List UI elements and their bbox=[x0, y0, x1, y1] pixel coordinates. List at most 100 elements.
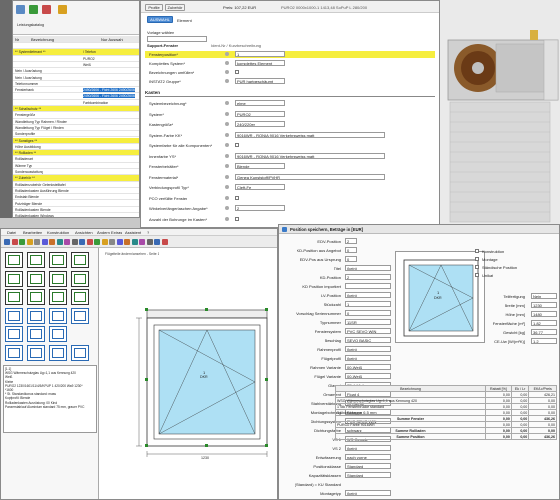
toolbar-tool-icon[interactable] bbox=[116, 239, 123, 245]
info-icon[interactable] bbox=[225, 195, 229, 200]
template-input[interactable] bbox=[147, 36, 207, 42]
info-icon[interactable] bbox=[225, 216, 229, 221]
position-field-input[interactable]: (kein) bbox=[345, 265, 391, 271]
dimension-value[interactable]: 1230 bbox=[531, 302, 557, 308]
position-field-input[interactable]: 00-Weiß bbox=[345, 373, 391, 379]
info-icon[interactable] bbox=[225, 206, 229, 210]
element-tile[interactable] bbox=[27, 252, 45, 268]
position-checkbox[interactable] bbox=[475, 265, 479, 269]
info-icon[interactable] bbox=[225, 101, 229, 105]
info-icon[interactable] bbox=[225, 70, 229, 74]
dimension-value[interactable]: 36,77 bbox=[531, 329, 557, 335]
info-icon[interactable] bbox=[225, 174, 229, 179]
config-field[interactable]: 9016WR - RONIA 9016 Verkehrsweiss matt bbox=[235, 152, 385, 159]
info-icon[interactable] bbox=[225, 111, 229, 116]
element-tile[interactable] bbox=[5, 252, 23, 268]
position-field-input[interactable]: (kein) bbox=[345, 292, 391, 298]
profile-button[interactable]: Profile bbox=[145, 4, 163, 11]
config-checkbox[interactable] bbox=[235, 70, 239, 74]
config-field[interactable]: 2 bbox=[235, 205, 285, 211]
element-tile[interactable] bbox=[27, 326, 45, 342]
info-icon[interactable] bbox=[225, 132, 229, 137]
position-field-input[interactable]: 0 bbox=[345, 256, 357, 262]
position-field-input[interactable]: 2 bbox=[345, 238, 357, 244]
position-field-input[interactable]: 1 bbox=[345, 301, 391, 307]
position-field-input[interactable]: (kein) bbox=[345, 490, 391, 496]
toolbar-tool-icon[interactable] bbox=[64, 239, 70, 245]
menu-aendern[interactable]: Ändern bbox=[97, 230, 110, 235]
toolbar-tool-icon[interactable] bbox=[109, 239, 115, 245]
info-icon[interactable] bbox=[225, 52, 229, 56]
drawing-canvas[interactable]: Flügelteile ändern/ansehen - Seite 1 1 D… bbox=[99, 248, 277, 499]
element-tile[interactable] bbox=[27, 270, 45, 287]
info-icon[interactable] bbox=[225, 79, 229, 83]
position-field-input[interactable]: 00-Weiß bbox=[345, 364, 391, 370]
position-checkbox[interactable] bbox=[475, 257, 479, 261]
toolbar-tool-icon[interactable] bbox=[41, 239, 48, 245]
toolbar-tool-icon[interactable] bbox=[146, 239, 153, 245]
menu-help[interactable]: ? bbox=[147, 230, 149, 235]
position-field-input[interactable]: nach vorne bbox=[345, 454, 391, 460]
accessories-button[interactable]: Zubehör bbox=[165, 4, 185, 11]
toolbar-tool-icon[interactable] bbox=[139, 239, 145, 245]
element-tile[interactable] bbox=[27, 289, 45, 305]
toolbar-tool-icon[interactable] bbox=[56, 239, 63, 245]
info-icon[interactable] bbox=[225, 143, 229, 147]
toolbar-tool-icon[interactable] bbox=[79, 239, 85, 245]
element-tile[interactable] bbox=[71, 289, 89, 305]
position-field-input[interactable]: 11SR bbox=[345, 319, 391, 325]
toolbar-tool-icon[interactable] bbox=[124, 239, 130, 245]
toolbar-tool-icon[interactable] bbox=[101, 239, 108, 245]
dimension-value[interactable]: 1,82 bbox=[531, 320, 557, 326]
position-field-input[interactable]: 2 bbox=[345, 274, 391, 280]
position-checkbox[interactable] bbox=[475, 249, 479, 253]
dimension-value[interactable]: Nein bbox=[531, 293, 557, 299]
price-row[interactable]: Summe Position 0,00 0,00 436,26 bbox=[335, 433, 557, 440]
toolbar-tool-icon[interactable] bbox=[94, 239, 100, 245]
toolbar-tool-icon[interactable] bbox=[11, 239, 18, 245]
toolbar-tool-icon[interactable] bbox=[26, 239, 33, 245]
element-tile[interactable] bbox=[5, 326, 23, 342]
info-icon[interactable] bbox=[225, 185, 229, 189]
toolbar-tool-icon[interactable] bbox=[49, 239, 55, 245]
menu-ansichten[interactable]: Ansichten bbox=[75, 230, 93, 235]
position-field-input[interactable]: 0 bbox=[345, 310, 391, 316]
config-checkbox[interactable] bbox=[235, 143, 239, 147]
position-field-input[interactable]: Standard bbox=[345, 463, 391, 469]
check-icon[interactable] bbox=[29, 5, 38, 14]
element-tile[interactable] bbox=[5, 270, 23, 287]
position-field-input[interactable]: 0 bbox=[345, 247, 357, 253]
save-icon[interactable] bbox=[16, 5, 25, 14]
config-checkbox[interactable] bbox=[235, 216, 239, 221]
toolbar-tool-icon[interactable] bbox=[161, 239, 168, 245]
toolbar-tool-icon[interactable] bbox=[19, 239, 25, 245]
config-field[interactable]: 1 bbox=[235, 51, 285, 57]
toolbar-tool-icon[interactable] bbox=[131, 239, 138, 245]
config-field[interactable]: 240/220er bbox=[235, 121, 285, 127]
dimension-value[interactable]: 1,2 bbox=[531, 338, 557, 344]
menu-konstruktion[interactable]: Konstruktion bbox=[47, 230, 69, 235]
menu-assistent[interactable]: Assistent bbox=[125, 230, 141, 235]
toolbar-tool-icon[interactable] bbox=[4, 239, 10, 245]
element-tile[interactable] bbox=[71, 270, 89, 287]
position-field-input[interactable]: SEVO BASIC bbox=[345, 337, 391, 343]
config-field[interactable]: 9016WR - RONIA 9016 Verkehrsweiss matt bbox=[235, 131, 385, 138]
element-tile[interactable] bbox=[49, 326, 67, 342]
clear-icon[interactable] bbox=[42, 5, 51, 14]
config-field[interactable]: komplettes Element bbox=[235, 60, 285, 66]
toolbar-tool-icon[interactable] bbox=[154, 239, 160, 245]
element-tile[interactable] bbox=[27, 307, 45, 324]
element-tile[interactable] bbox=[49, 344, 67, 361]
tab-auswahl[interactable]: AUSWAHL bbox=[147, 16, 173, 23]
toolbar-tool-icon[interactable] bbox=[34, 239, 40, 245]
element-tile[interactable] bbox=[49, 252, 67, 268]
position-field-input[interactable]: Standard bbox=[345, 472, 391, 478]
config-field[interactable]: elme bbox=[235, 100, 285, 106]
help-icon[interactable] bbox=[58, 5, 67, 14]
element-tile[interactable] bbox=[27, 344, 45, 361]
menu-datei[interactable]: Datei bbox=[7, 230, 16, 235]
position-field-input[interactable]: (kein) bbox=[345, 355, 391, 361]
element-tile[interactable] bbox=[5, 289, 23, 305]
element-tile[interactable] bbox=[71, 252, 89, 268]
info-icon[interactable] bbox=[225, 164, 229, 168]
